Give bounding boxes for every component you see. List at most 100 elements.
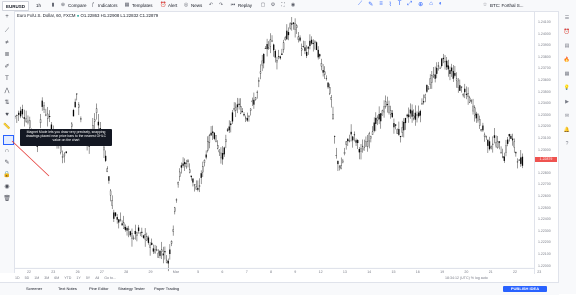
layout-button[interactable]: ▢: [260, 1, 266, 9]
fib-icon[interactable]: ≡: [379, 1, 383, 9]
text-tool-icon[interactable]: T: [3, 75, 11, 83]
candle-body: [22, 109, 23, 114]
star-icon: ☆: [482, 2, 488, 8]
fullscreen-button[interactable]: ⛶: [280, 1, 286, 9]
candle-body: [431, 76, 432, 83]
cross-icon[interactable]: +: [3, 13, 11, 21]
tab-paper-trading[interactable]: Paper Trading: [154, 286, 179, 291]
icon-tool-icon[interactable]: ♥: [3, 111, 11, 119]
prediction-tool-icon[interactable]: ⇅: [3, 99, 11, 107]
text-icon[interactable]: T: [398, 1, 402, 9]
candle-body: [280, 57, 281, 59]
candle-body: [339, 167, 340, 168]
candle-body: [29, 120, 30, 128]
publish-idea-button[interactable]: PUBLISH IDEA: [503, 286, 547, 292]
candle-body: [145, 234, 146, 239]
candle-body: [275, 51, 276, 57]
candle-body: [250, 109, 251, 111]
candle-body: [163, 254, 164, 256]
candle-body: [464, 89, 465, 92]
templates-button[interactable]: ▦Templates: [124, 1, 153, 9]
alerts-panel-icon[interactable]: ⏰: [563, 29, 571, 36]
candle-body: [186, 163, 187, 167]
channel-tool-icon[interactable]: ≠: [3, 39, 11, 47]
eye-icon[interactable]: ◐: [439, 1, 443, 9]
calendar-icon[interactable]: ▦: [563, 71, 571, 78]
price-axis[interactable]: 1.241001.240001.239001.238001.237001.236…: [534, 12, 559, 274]
fib-tool-icon[interactable]: ≣: [3, 51, 11, 59]
candle-body: [113, 213, 114, 219]
ideas-icon[interactable]: 💡: [563, 85, 571, 92]
candle-body: [309, 41, 310, 46]
time-tick-label: 29: [149, 270, 153, 274]
candle-body: [260, 72, 261, 74]
interval-button[interactable]: 1h: [36, 1, 41, 9]
candle-body: [479, 119, 480, 126]
tab-pine-editor[interactable]: Pine Editor: [89, 286, 109, 291]
chat-icon[interactable]: ✉: [563, 113, 571, 120]
candle-body: [158, 253, 159, 258]
notifications-icon[interactable]: 🔔: [563, 127, 571, 134]
camera-button[interactable]: ◉: [290, 1, 296, 9]
zoom-icon[interactable]: ⊕: [418, 1, 423, 9]
candle-body: [47, 114, 48, 119]
candle-body: [443, 58, 444, 59]
candle-body: [191, 176, 192, 177]
measure-icon[interactable]: ⤢: [407, 1, 412, 9]
time-tick-label: 23: [51, 270, 55, 274]
alert-button[interactable]: ⏰Alert: [160, 1, 177, 9]
trendline-icon[interactable]: ⟋: [358, 1, 362, 9]
brush-tool-icon[interactable]: ✐: [3, 63, 11, 71]
trash-icon[interactable]: 🗑: [3, 195, 11, 203]
candle-body: [270, 40, 271, 47]
news-icon: ◎: [183, 2, 189, 8]
magnet-button[interactable]: [3, 135, 14, 145]
candle-body: [410, 110, 411, 114]
lock-icon[interactable]: ⌂: [429, 1, 433, 9]
replay-button[interactable]: ⏮Replay: [230, 1, 252, 9]
eye-tool-icon[interactable]: ◉: [3, 183, 11, 191]
candle-body: [331, 97, 332, 99]
candle-body: [183, 164, 184, 166]
price-tick-label: 1.23700: [538, 66, 551, 70]
candle-body: [489, 141, 490, 149]
candle-body: [244, 114, 245, 115]
trendline-tool-icon[interactable]: ⟋: [3, 27, 11, 35]
pencil-icon[interactable]: ✎: [368, 1, 373, 9]
candle-body: [248, 116, 249, 117]
compare-button[interactable]: ⊕Compare: [60, 1, 87, 9]
stay-drawing-icon[interactable]: ✎: [3, 159, 11, 167]
settings-button[interactable]: ⚙: [270, 1, 276, 9]
brush-icon[interactable]: ⌇: [389, 1, 392, 9]
candle-body: [351, 132, 352, 134]
news-button[interactable]: ◎News: [183, 1, 202, 9]
ruler-icon[interactable]: 📏: [3, 123, 11, 131]
candle-body: [268, 48, 269, 49]
tab-text-notes[interactable]: Text Notes: [58, 286, 77, 291]
time-axis[interactable]: 222326272829Mar5678912131415161920212223: [15, 268, 534, 276]
watchlist-symbol[interactable]: ☆BTC: Forthal S...: [482, 1, 524, 9]
undo-button[interactable]: ↶: [208, 1, 214, 9]
candle-body: [504, 157, 505, 161]
candle-body: [108, 176, 109, 180]
redo-button[interactable]: ↷: [218, 1, 224, 9]
hotlist-icon[interactable]: 🔥: [563, 57, 571, 64]
candle-body: [168, 261, 169, 263]
pattern-tool-icon[interactable]: ⋀: [3, 87, 11, 95]
help-icon[interactable]: ?: [563, 141, 571, 148]
candle-body: [367, 141, 368, 146]
data-window-icon[interactable]: ▤: [563, 43, 571, 50]
watchlist-icon[interactable]: ☰: [563, 15, 571, 22]
candle-body: [161, 250, 162, 252]
bar-style-button[interactable]: ▮: [50, 1, 56, 9]
magnet-icon[interactable]: ∩: [3, 147, 11, 155]
candle-body: [448, 66, 449, 70]
interval-label: 1h: [36, 3, 41, 8]
lock-tool-icon[interactable]: 🔒: [3, 171, 11, 179]
candle-body: [76, 94, 77, 95]
indicators-button[interactable]: ƒIndicators: [90, 1, 118, 9]
tab-strategy-tester[interactable]: Strategy Tester: [118, 286, 145, 291]
streams-icon[interactable]: ▶: [563, 99, 571, 106]
symbol-search-button[interactable]: EURUSD: [2, 1, 29, 11]
tab-screener[interactable]: Screener: [26, 286, 42, 291]
